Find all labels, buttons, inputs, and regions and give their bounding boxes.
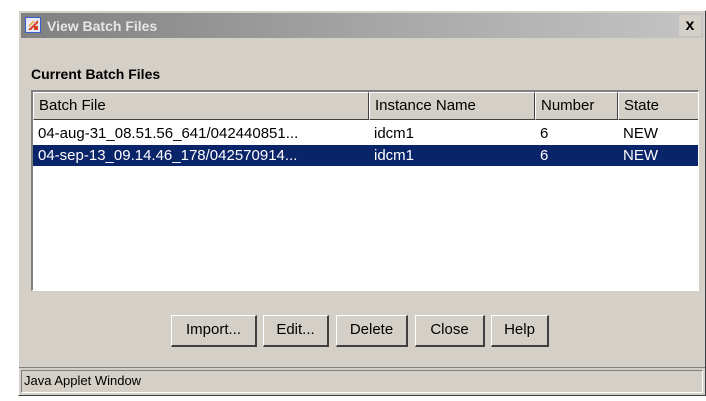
column-header-instance-name[interactable]: Instance Name (369, 92, 535, 120)
batch-files-table: Batch File Instance Name Number State 04… (31, 90, 699, 291)
number-cell: 6 (540, 147, 549, 164)
help-button[interactable]: Help (491, 315, 549, 347)
state-cell: NEW (623, 147, 658, 164)
delete-button[interactable]: Delete (336, 315, 408, 347)
status-bar: Java Applet Window (19, 367, 705, 395)
window-title: View Batch Files (47, 18, 158, 34)
number-cell: 6 (540, 125, 549, 142)
applet-window-warning: Java Applet Window (21, 370, 703, 393)
state-cell: NEW (623, 125, 658, 142)
table-row-selected[interactable]: 04-sep-13_09.14.46_178/042570914... idcm… (33, 145, 698, 166)
column-header-number[interactable]: Number (535, 92, 618, 120)
import-button[interactable]: Import... (171, 315, 257, 347)
button-bar: Import... Edit... Delete Close Help (19, 315, 705, 347)
close-window-button[interactable]: x (679, 15, 701, 36)
column-header-batch-file[interactable]: Batch File (33, 92, 369, 120)
title-bar[interactable]: View Batch Files x (21, 13, 703, 38)
table-row[interactable]: 04-aug-31_08.51.56_641/042440851... idcm… (33, 123, 698, 144)
instance-name-cell: idcm1 (374, 125, 415, 142)
current-batch-files-label: Current Batch Files (31, 66, 161, 82)
table-header: Batch File Instance Name Number State (33, 92, 698, 120)
batch-file-cell: 04-sep-13_09.14.46_178/042570914... (38, 147, 298, 164)
close-button[interactable]: Close (415, 315, 485, 347)
column-header-state[interactable]: State (618, 92, 698, 120)
java-cup-icon (25, 17, 41, 33)
view-batch-files-dialog: View Batch Files x Current Batch Files B… (18, 10, 706, 396)
instance-name-cell: idcm1 (374, 147, 415, 164)
batch-file-cell: 04-aug-31_08.51.56_641/042440851... (38, 125, 299, 142)
edit-button[interactable]: Edit... (263, 315, 329, 347)
